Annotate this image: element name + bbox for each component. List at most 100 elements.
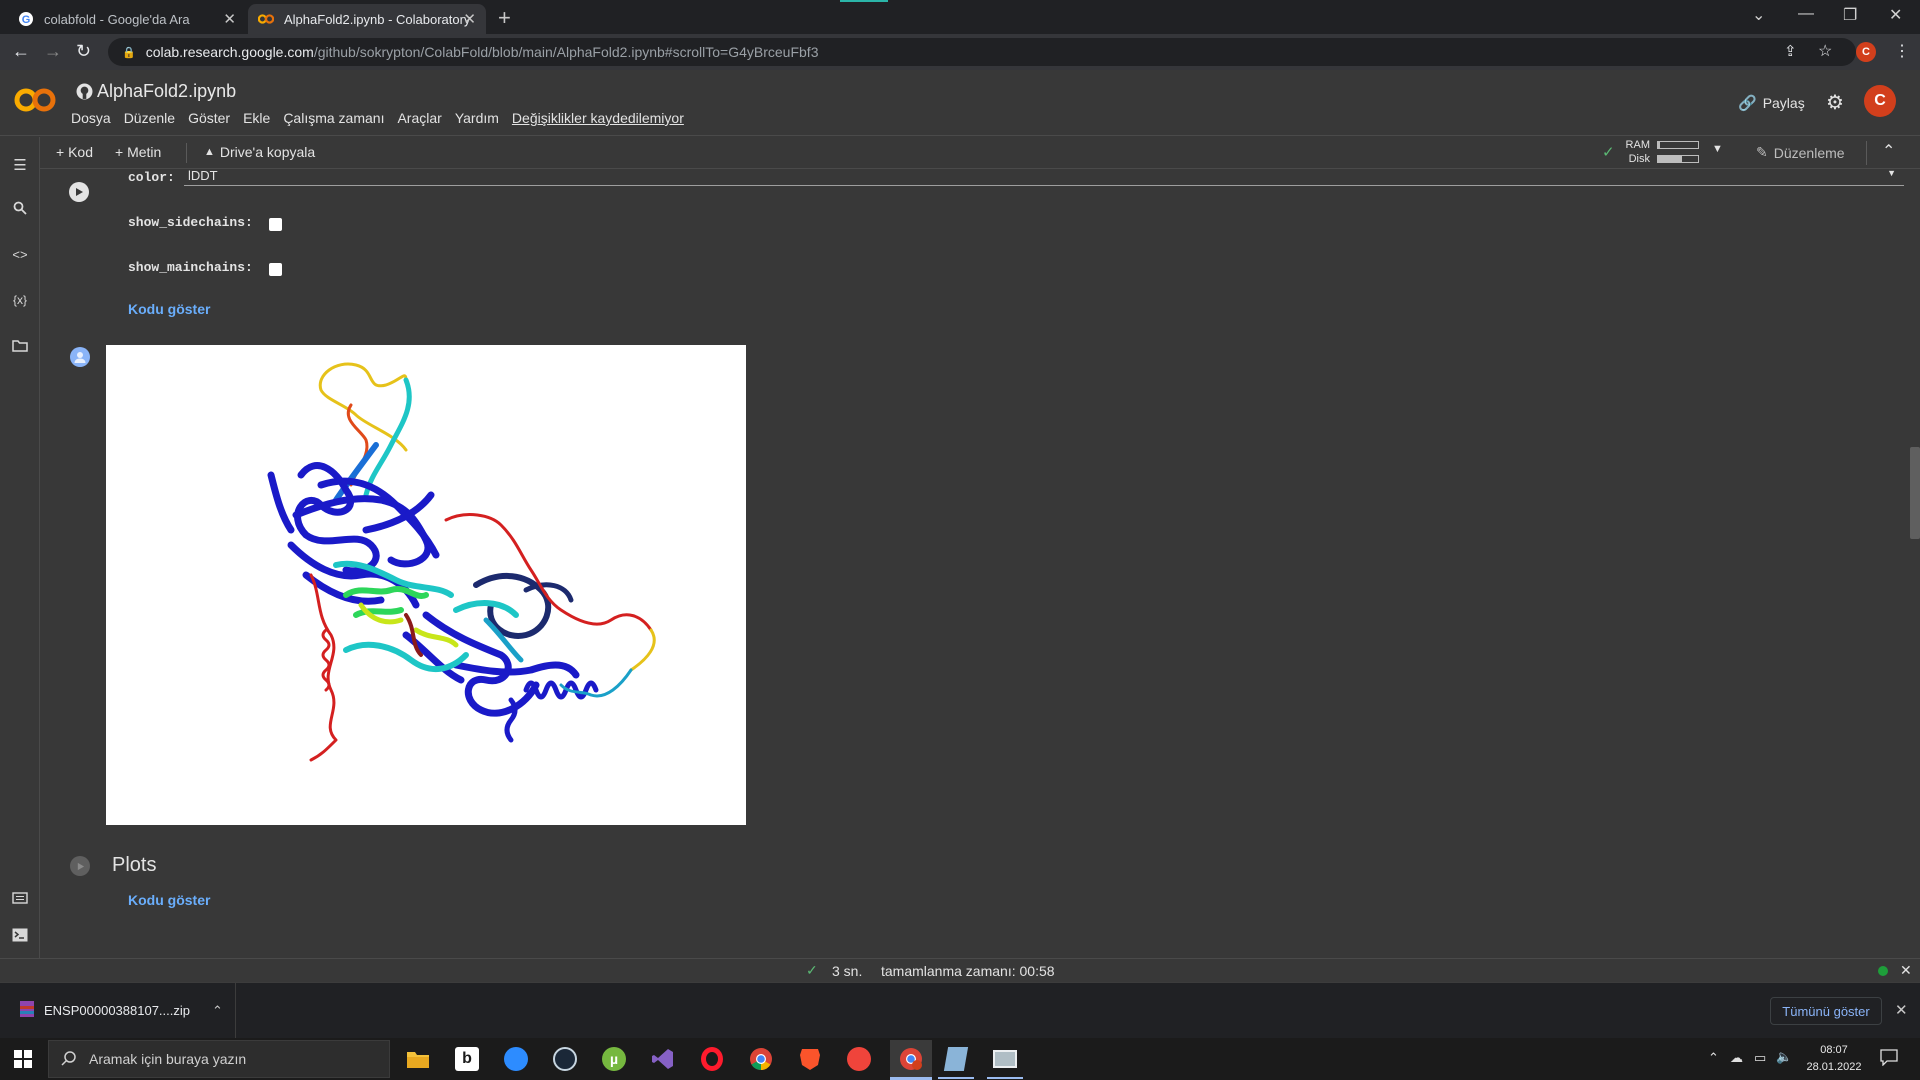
elapsed-time: 3 sn.	[832, 963, 863, 979]
collapse-header-icon[interactable]: ⌃	[1882, 141, 1895, 161]
resources-dropdown-icon[interactable]: ▼	[1712, 143, 1723, 155]
download-shelf: ENSP00000388107....zip ⌃ Tümünü göster ✕	[0, 982, 1920, 1038]
steam-icon[interactable]	[549, 1043, 581, 1075]
menu-help[interactable]: Yardım	[455, 110, 499, 126]
remote-desktop-icon[interactable]	[989, 1043, 1021, 1075]
chrome-icon[interactable]	[745, 1043, 777, 1075]
editing-mode-button[interactable]: ✎ Düzenleme	[1756, 144, 1845, 161]
terminal-icon[interactable]	[10, 928, 30, 946]
close-tab-icon[interactable]: ✕	[463, 10, 476, 28]
colab-logo-icon[interactable]	[14, 86, 56, 119]
tab-colab[interactable]: AlphaFold2.ipynb - Colaboratory ✕	[248, 4, 486, 34]
menu-file[interactable]: Dosya	[71, 110, 111, 126]
bandizip-icon[interactable]: b	[451, 1043, 483, 1075]
reload-icon[interactable]: ↻	[76, 41, 91, 62]
opera-icon[interactable]	[696, 1043, 728, 1075]
notebook-title[interactable]: AlphaFold2.ipynb	[97, 81, 236, 102]
left-sidebar: ☰ <> {x}	[0, 137, 40, 959]
tab-google-search[interactable]: G colabfold - Google'da Ara ✕	[8, 4, 246, 34]
chrome-profile-icon[interactable]	[890, 1040, 932, 1078]
restore-button[interactable]: ❐	[1843, 5, 1857, 25]
command-palette-icon[interactable]	[10, 891, 30, 908]
show-all-downloads-button[interactable]: Tümünü göster	[1770, 997, 1882, 1025]
menu-edit[interactable]: Düzenle	[124, 110, 175, 126]
menu-bar: Dosya Düzenle Göster Ekle Çalışma zamanı…	[71, 110, 697, 126]
menu-insert[interactable]: Ekle	[243, 110, 270, 126]
minimize-button[interactable]: —	[1798, 5, 1814, 23]
search-icon[interactable]	[10, 201, 30, 219]
back-arrow-icon[interactable]: ←	[12, 41, 30, 62]
menu-view[interactable]: Göster	[188, 110, 230, 126]
close-tab-icon[interactable]: ✕	[223, 10, 236, 28]
volume-icon[interactable]: 🔈	[1776, 1049, 1792, 1065]
play-icon	[77, 862, 84, 870]
svg-text:G: G	[22, 14, 31, 26]
notepad-icon[interactable]	[940, 1043, 972, 1075]
tab-search-chevron-icon[interactable]: ⌄	[1752, 5, 1765, 25]
browser-profile-avatar[interactable]: C	[1856, 42, 1876, 62]
browser-menu-icon[interactable]: ⋮	[1894, 41, 1910, 61]
download-item[interactable]: ENSP00000388107....zip ⌃	[0, 983, 236, 1038]
link-icon: 🔗	[1738, 95, 1757, 112]
toolbar-divider	[186, 143, 187, 163]
add-code-button[interactable]: + Kod	[56, 144, 93, 160]
color-select[interactable]: lDDT ▼	[184, 170, 1904, 186]
windows-start-icon[interactable]	[14, 1050, 32, 1073]
resource-labels: RAM Disk	[1622, 138, 1650, 166]
download-file-name: ENSP00000388107....zip	[44, 1003, 190, 1018]
output-cell-avatar-icon[interactable]	[70, 347, 90, 367]
windows-taskbar: Aramak için buraya yazın b µ ⌃ ☁ ▭ 🔈 08:…	[0, 1038, 1920, 1080]
menu-tools[interactable]: Araçlar	[397, 110, 441, 126]
lock-icon: 🔒	[122, 46, 136, 59]
visual-studio-icon[interactable]	[647, 1043, 679, 1075]
run-cell-button[interactable]	[69, 182, 89, 202]
runtime-status-dot	[1878, 966, 1888, 976]
notebook-scrollbar[interactable]	[1910, 447, 1920, 539]
new-tab-button[interactable]: +	[498, 5, 511, 31]
show-code-link[interactable]: Kodu göster	[128, 892, 210, 908]
code-snippets-icon[interactable]: <>	[10, 247, 30, 262]
tray-chevron-up-icon[interactable]: ⌃	[1708, 1050, 1719, 1066]
file-explorer-icon[interactable]	[402, 1043, 434, 1075]
anydesk-icon[interactable]	[843, 1043, 875, 1075]
run-plots-cell-button[interactable]	[70, 856, 90, 876]
notebook-toolbar: + Kod + Metin ▲ Drive'a kopyala ✓ RAM Di…	[40, 137, 1920, 169]
notification-center-icon[interactable]	[1880, 1048, 1898, 1071]
close-status-icon[interactable]: ✕	[1900, 962, 1912, 979]
share-button[interactable]: 🔗 Paylaş	[1738, 94, 1805, 112]
disk-usage-bar[interactable]	[1657, 155, 1699, 163]
utorrent-icon[interactable]: µ	[598, 1043, 630, 1075]
share-page-icon[interactable]: ⇪	[1784, 42, 1797, 60]
settings-gear-icon[interactable]: ⚙	[1826, 90, 1844, 115]
unsaved-changes-notice[interactable]: Değişiklikler kaydedilemiyor	[512, 110, 684, 126]
chevron-down-icon: ▼	[1887, 170, 1896, 178]
show-sidechains-checkbox[interactable]	[269, 218, 282, 231]
onedrive-cloud-icon[interactable]: ☁	[1730, 1050, 1743, 1066]
url-field[interactable]: 🔒 colab.research.google.com/github/sokry…	[108, 38, 1856, 66]
menu-runtime[interactable]: Çalışma zamanı	[283, 110, 384, 126]
chevron-up-icon[interactable]: ⌃	[212, 1003, 223, 1019]
brave-icon[interactable]	[794, 1043, 826, 1075]
files-folder-icon[interactable]	[10, 339, 30, 356]
ram-usage-bar[interactable]	[1657, 141, 1699, 149]
protein-structure-viewer[interactable]	[106, 345, 746, 825]
variables-icon[interactable]: {x}	[10, 293, 30, 307]
add-text-button[interactable]: + Metin	[115, 144, 161, 160]
table-of-contents-icon[interactable]: ☰	[10, 156, 30, 174]
close-download-shelf-icon[interactable]: ✕	[1895, 1001, 1908, 1019]
taskbar-search-input[interactable]: Aramak için buraya yazın	[48, 1040, 390, 1078]
zoom-icon[interactable]	[500, 1043, 532, 1075]
running-app-indicator	[987, 1077, 1023, 1079]
close-window-button[interactable]: ✕	[1889, 5, 1902, 25]
copy-to-drive-button[interactable]: ▲ Drive'a kopyala	[204, 144, 315, 160]
forward-arrow-icon[interactable]: →	[44, 41, 62, 62]
show-code-link[interactable]: Kodu göster	[128, 301, 210, 317]
github-icon	[76, 83, 93, 105]
ram-label: RAM	[1625, 139, 1650, 151]
bookmark-star-icon[interactable]: ☆	[1818, 41, 1832, 61]
show-mainchains-checkbox[interactable]	[269, 263, 282, 276]
taskbar-clock[interactable]: 08:07 28.01.2022	[1800, 1042, 1868, 1076]
network-icon[interactable]: ▭	[1754, 1050, 1766, 1066]
user-avatar[interactable]: C	[1864, 85, 1896, 117]
colab-header: AlphaFold2.ipynb Dosya Düzenle Göster Ek…	[0, 70, 1920, 136]
